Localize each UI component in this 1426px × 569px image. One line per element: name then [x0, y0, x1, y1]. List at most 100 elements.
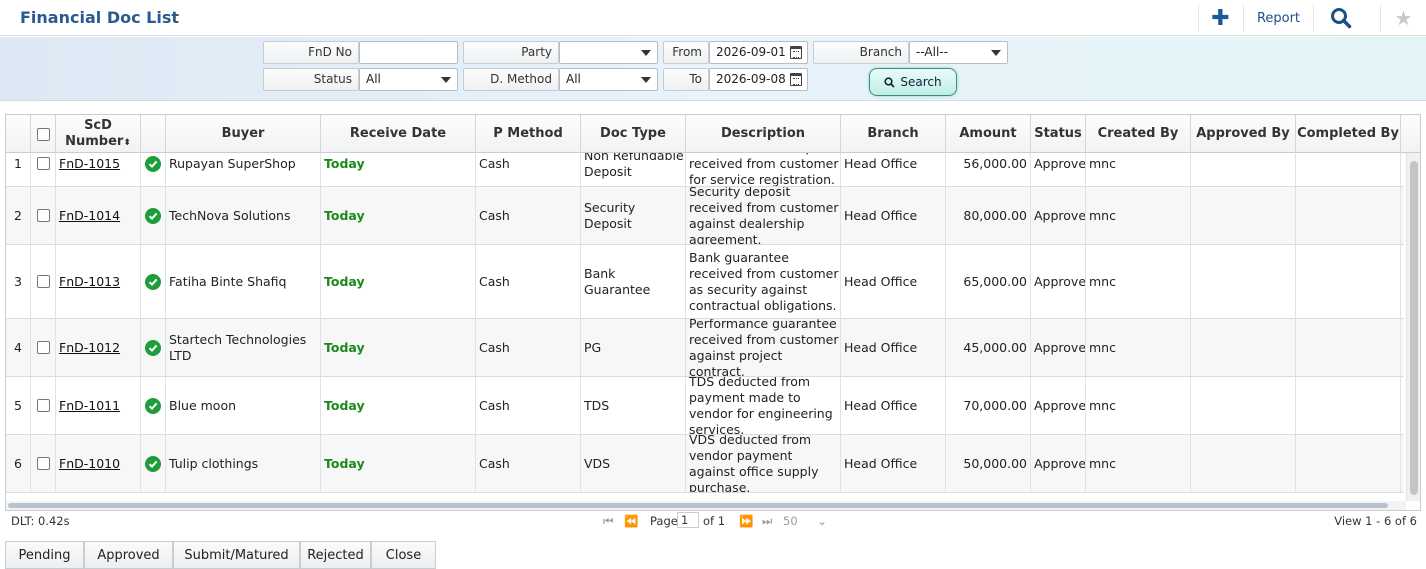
tab-1[interactable]: Approved — [84, 542, 173, 569]
search-button[interactable]: Search — [869, 68, 957, 96]
table-row[interactable]: 1 FnD-1015 Rupayan SuperShop Today Cash Non R… — [6, 153, 1404, 187]
doc-number-link-text[interactable]: FnD-1015 — [59, 156, 120, 171]
row-checkbox[interactable] — [31, 435, 56, 492]
tab-0[interactable]: Pending — [5, 542, 84, 569]
table-row[interactable]: 6 FnD-1010 Tulip clothings Today Cash VDS VDS … — [6, 435, 1404, 493]
doc-number-link[interactable]: FnD-1013 — [56, 245, 141, 318]
fnd-no-input[interactable] — [359, 41, 458, 64]
status-cell: Approved — [1031, 377, 1086, 434]
table-row[interactable]: 3 FnD-1013 Fatiha Binte Shafiq Today Cash Ban… — [6, 245, 1404, 319]
vertical-scroll-thumb[interactable] — [1410, 161, 1418, 495]
status-select[interactable]: All — [359, 68, 458, 91]
tab-3[interactable]: Rejected — [300, 542, 371, 569]
page-input[interactable]: 1 — [677, 512, 699, 528]
checkbox[interactable] — [36, 157, 50, 170]
branch-cell: Head Office — [841, 245, 946, 318]
col-doc-type[interactable]: Doc Type — [581, 115, 686, 153]
favorite-button[interactable]: ★ — [1380, 5, 1426, 31]
col-status[interactable]: Status — [1031, 115, 1086, 153]
receive-date-cell-text: Today — [324, 456, 365, 471]
chevron-down-icon — [641, 50, 651, 56]
tab-4[interactable]: Close — [371, 542, 436, 569]
report-button[interactable]: Report — [1243, 5, 1313, 31]
add-button[interactable]: ✚ — [1198, 5, 1242, 31]
completed-by-cell — [1296, 187, 1401, 244]
row-checkbox[interactable] — [31, 153, 56, 186]
status-cell-text: Approved — [1034, 340, 1086, 355]
next-page-icon[interactable]: ⏩ — [739, 514, 753, 528]
p-method-cell-text: Cash — [479, 156, 510, 171]
col-description[interactable]: Description — [686, 115, 841, 153]
col-approved-by[interactable]: Approved By — [1191, 115, 1296, 153]
tab-2[interactable]: Submit/Matured — [173, 542, 300, 569]
doc-number-link-text[interactable]: FnD-1011 — [59, 398, 120, 413]
doc-number-link[interactable]: FnD-1011 — [56, 377, 141, 434]
approved-by-cell — [1191, 319, 1296, 376]
receive-date-cell: Today — [321, 153, 476, 186]
col-amount[interactable]: Amount — [946, 115, 1031, 153]
checkbox[interactable] — [36, 275, 50, 288]
row-checkbox[interactable] — [31, 187, 56, 244]
doc-number-link[interactable]: FnD-1014 — [56, 187, 141, 244]
search-icon — [1330, 8, 1351, 29]
dlt-text: DLT: 0.42s — [11, 514, 70, 528]
row-checkbox[interactable] — [31, 319, 56, 376]
col-created-by[interactable]: Created By — [1086, 115, 1191, 153]
buyer-cell: Tulip clothings — [166, 435, 321, 492]
grid-body: 1 FnD-1015 Rupayan SuperShop Today Cash Non R… — [6, 153, 1404, 501]
search-toggle-button[interactable] — [1313, 5, 1367, 31]
horizontal-scroll-thumb[interactable] — [8, 503, 1388, 508]
party-select[interactable] — [559, 41, 658, 64]
doc-number-link[interactable]: FnD-1012 — [56, 319, 141, 376]
doc-number-link[interactable]: FnD-1015 — [56, 153, 141, 186]
check-circle-icon — [145, 455, 161, 472]
row-checkbox[interactable] — [31, 245, 56, 318]
buyer-cell-text: TechNova Solutions — [169, 207, 291, 223]
table-row[interactable]: 5 FnD-1011 Blue moon Today Cash TDS TDS deduct… — [6, 377, 1404, 435]
doc-number-link-text[interactable]: FnD-1013 — [59, 274, 120, 289]
approved-by-cell — [1191, 187, 1296, 244]
col-branch[interactable]: Branch — [841, 115, 946, 153]
status-label: Status — [263, 68, 359, 91]
select-all-checkbox[interactable] — [36, 127, 50, 141]
col-receive-date[interactable]: Receive Date — [321, 115, 476, 153]
checkbox[interactable] — [36, 399, 50, 412]
to-date-input[interactable]: 2026-09-08 — [709, 68, 808, 91]
from-date-input[interactable]: 2026-09-01 — [709, 41, 808, 64]
col-scd-number[interactable]: ScD Number⬍ — [56, 115, 141, 153]
last-page-icon[interactable]: ⏭ — [762, 514, 772, 529]
table-row[interactable]: 4 FnD-1012 Startech Technologies LTD Today C… — [6, 319, 1404, 377]
checkbox[interactable] — [36, 341, 50, 354]
row-number-text: 5 — [14, 398, 22, 413]
table-row[interactable]: 2 FnD-1014 TechNova Solutions Today Cash Secu… — [6, 187, 1404, 245]
doc-type-cell: TDS — [581, 377, 686, 434]
amount-cell-text: 56,000.00 — [963, 156, 1027, 171]
doc-number-link[interactable]: FnD-1010 — [56, 435, 141, 492]
status-cell-text: Approved — [1034, 456, 1086, 471]
plus-icon: ✚ — [1211, 5, 1230, 31]
row-checkbox[interactable] — [31, 377, 56, 434]
calendar-icon[interactable] — [790, 46, 802, 59]
created-by-cell-text: mnc — [1089, 156, 1116, 171]
horizontal-scrollbar[interactable] — [6, 501, 1406, 510]
vertical-scrollbar[interactable] — [1406, 153, 1420, 501]
doc-number-link-text[interactable]: FnD-1014 — [59, 208, 120, 223]
page-size-select[interactable]: 50 ⌄ — [783, 514, 829, 528]
branch-select[interactable]: --All-- — [909, 41, 1008, 64]
dmethod-select[interactable]: All — [559, 68, 658, 91]
doc-type-cell: PG — [581, 319, 686, 376]
completed-by-cell — [1296, 319, 1401, 376]
col-completed-by[interactable]: Completed By — [1296, 115, 1401, 153]
calendar-icon[interactable] — [790, 73, 802, 86]
doc-number-link-text[interactable]: FnD-1010 — [59, 456, 120, 471]
checkbox[interactable] — [36, 209, 50, 222]
first-page-icon[interactable]: ⏮ — [603, 514, 613, 529]
col-p-method[interactable]: P Method — [476, 115, 581, 153]
description-cell-text: Security deposit received from customer … — [689, 187, 839, 244]
doc-number-link-text[interactable]: FnD-1012 — [59, 340, 120, 355]
description-cell-text: Bank guarantee received from customer as… — [689, 249, 839, 313]
col-buyer[interactable]: Buyer — [166, 115, 321, 153]
row-number: 2 — [6, 187, 31, 244]
prev-page-icon[interactable]: ⏪ — [624, 514, 638, 528]
checkbox[interactable] — [36, 457, 50, 470]
